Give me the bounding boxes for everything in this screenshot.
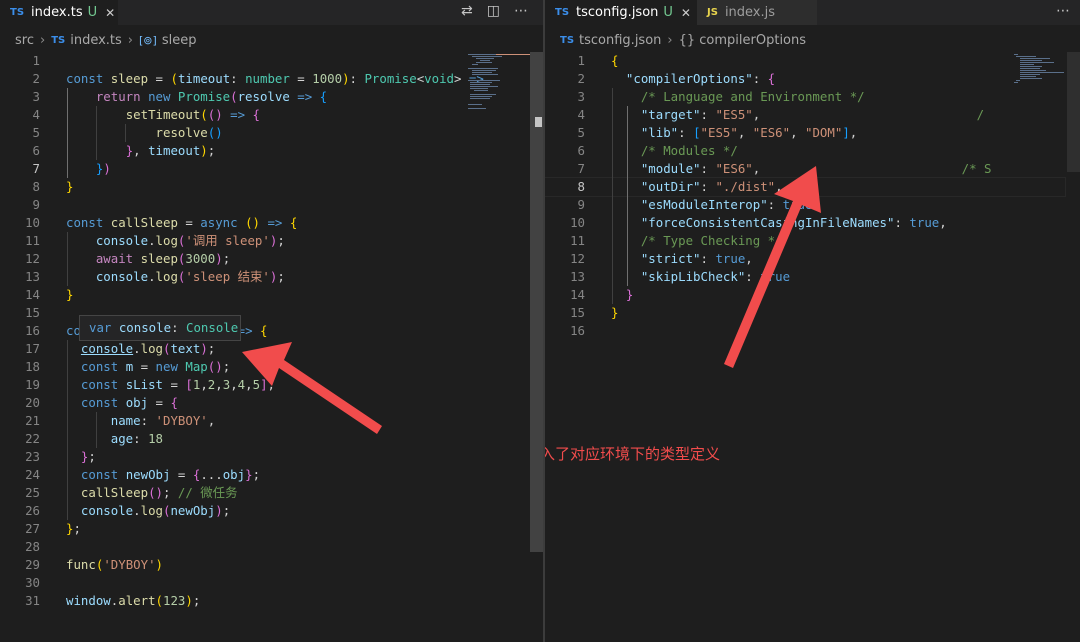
arrow-to-console-tooltip bbox=[242, 342, 382, 434]
annotation-arrows bbox=[242, 166, 821, 434]
arrow-to-dom-lib bbox=[724, 166, 821, 368]
